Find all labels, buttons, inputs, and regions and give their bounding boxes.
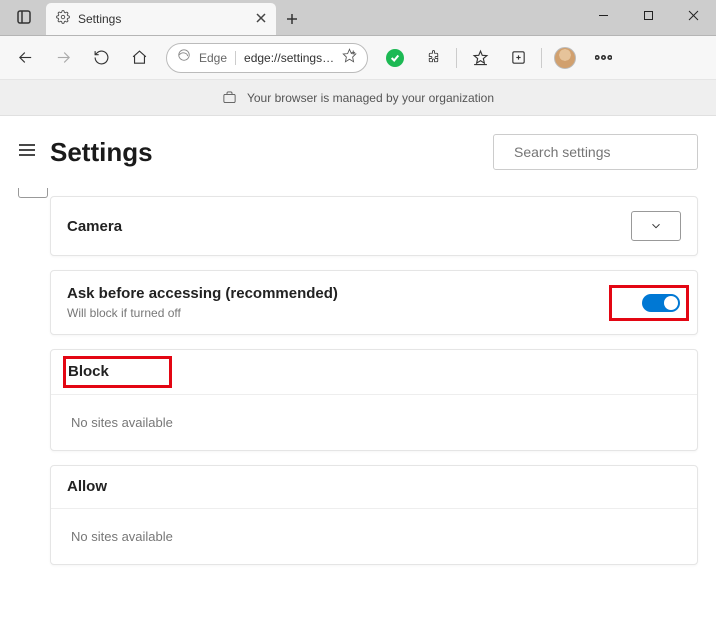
block-body: No sites available: [51, 395, 697, 450]
settings-content[interactable]: Camera Ask before accessing (recommended…: [0, 188, 716, 623]
tab-title: Settings: [78, 12, 248, 26]
briefcase-icon: [222, 90, 237, 105]
address-bar[interactable]: Edge edge://settings…: [166, 43, 368, 73]
home-button[interactable]: [122, 41, 156, 75]
allow-body: No sites available: [51, 509, 697, 564]
allow-title: Allow: [67, 478, 107, 495]
tab-strip: Settings: [0, 0, 581, 35]
minimize-button[interactable]: [581, 0, 626, 30]
edge-icon: [177, 48, 191, 67]
maximize-button[interactable]: [626, 0, 671, 30]
block-section: Block No sites available: [50, 349, 698, 451]
managed-banner: Your browser is managed by your organiza…: [0, 80, 716, 116]
settings-header: Settings: [0, 116, 716, 188]
page-title: Settings: [50, 137, 479, 168]
avatar-icon: [554, 47, 576, 69]
gear-icon: [56, 10, 70, 29]
tab-actions-button[interactable]: [6, 0, 42, 35]
collections-button[interactable]: [501, 41, 535, 75]
camera-expand-button[interactable]: [631, 211, 681, 241]
toolbar-divider: [541, 48, 542, 68]
ask-subtitle: Will block if turned off: [67, 306, 338, 320]
camera-title: Camera: [67, 218, 122, 235]
ask-before-accessing-card: Ask before accessing (recommended) Will …: [50, 270, 698, 335]
block-title: Block: [68, 363, 109, 380]
favorite-icon[interactable]: [342, 48, 357, 68]
camera-card: Camera: [50, 196, 698, 256]
profile-button[interactable]: [548, 41, 582, 75]
hamburger-menu-button[interactable]: [18, 143, 36, 162]
back-button[interactable]: [8, 41, 42, 75]
allow-section: Allow No sites available: [50, 465, 698, 565]
highlight-toggle: [609, 285, 689, 321]
collapsed-section-stub: [18, 188, 48, 198]
close-window-button[interactable]: [671, 0, 716, 30]
more-menu-button[interactable]: [586, 41, 620, 75]
managed-text: Your browser is managed by your organiza…: [247, 91, 494, 105]
search-settings-input[interactable]: [514, 144, 695, 160]
grammarly-extension-button[interactable]: [378, 41, 412, 75]
highlight-block: Block: [63, 356, 172, 388]
omnibox-url: edge://settings…: [244, 51, 334, 65]
extensions-button[interactable]: [416, 41, 450, 75]
search-settings-box[interactable]: [493, 134, 698, 170]
new-tab-button[interactable]: [276, 3, 308, 35]
toolbar-divider: [456, 48, 457, 68]
browser-tab-settings[interactable]: Settings: [46, 3, 276, 35]
refresh-button[interactable]: [84, 41, 118, 75]
forward-button[interactable]: [46, 41, 80, 75]
close-tab-button[interactable]: [256, 10, 266, 28]
ask-toggle[interactable]: [642, 294, 680, 312]
favorites-button[interactable]: [463, 41, 497, 75]
ask-title: Ask before accessing (recommended): [67, 285, 338, 302]
omnibox-label: Edge: [199, 51, 236, 65]
chevron-down-icon: [649, 219, 663, 233]
window-titlebar: Settings: [0, 0, 716, 36]
browser-toolbar: Edge edge://settings…: [0, 36, 716, 80]
window-controls: [581, 0, 716, 30]
